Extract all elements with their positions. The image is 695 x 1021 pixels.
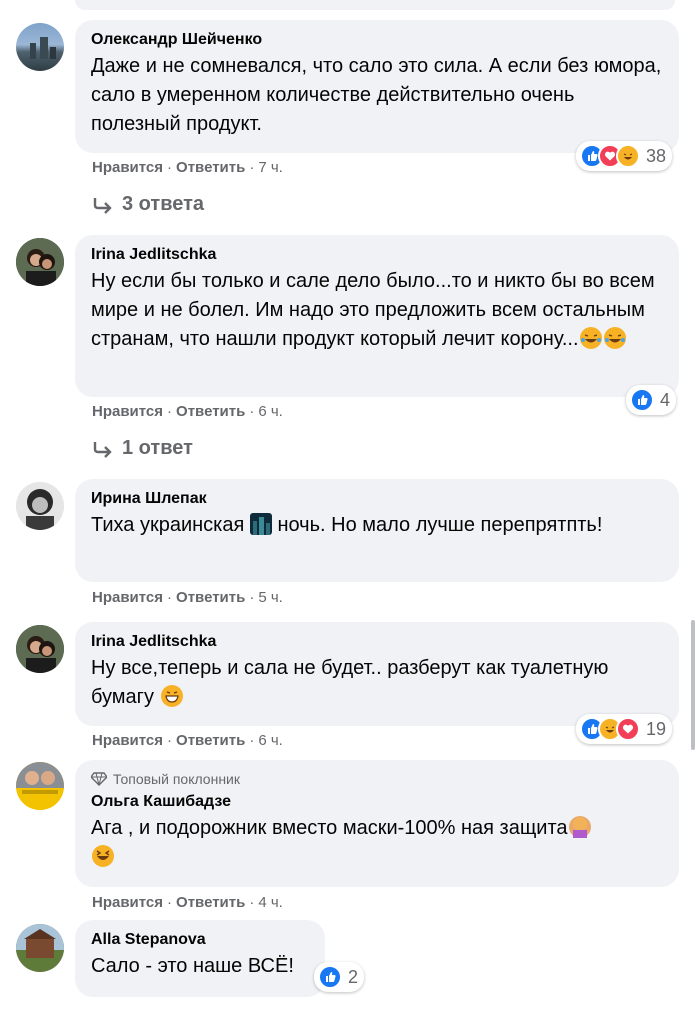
comment-author[interactable]: Ольга Кашибадзе bbox=[91, 792, 663, 812]
like-icon bbox=[630, 388, 654, 412]
separator: · bbox=[167, 894, 173, 911]
comment-text-content: Ну если бы только и сале дело было...то … bbox=[91, 270, 655, 350]
comment-author[interactable]: Ирина Шлепак bbox=[91, 489, 663, 509]
replies-label: 1 ответ bbox=[122, 437, 193, 459]
haha-icon bbox=[616, 144, 640, 168]
avatar[interactable] bbox=[16, 482, 64, 530]
reactions-summary[interactable]: 19 bbox=[576, 714, 673, 744]
like-action[interactable]: Нравится bbox=[92, 159, 163, 176]
comment-text-content: Тиха украинская bbox=[91, 514, 245, 536]
comment-actions: Нравится · Ответить · 4 ч. bbox=[92, 894, 283, 911]
separator: · bbox=[167, 732, 173, 749]
comment-text: Даже и не сомневался, что сало это сила.… bbox=[91, 55, 662, 135]
comment-actions: Нравится · Ответить · 7 ч. bbox=[92, 159, 283, 176]
like-action[interactable]: Нравится bbox=[92, 732, 163, 749]
badge-label: Топовый поклонник bbox=[113, 771, 240, 787]
comment-bubble: Irina Jedlitschka Ну если бы только и са… bbox=[75, 235, 679, 397]
reply-action[interactable]: Ответить bbox=[176, 403, 245, 420]
reaction-count: 19 bbox=[646, 718, 667, 739]
avatar-image bbox=[16, 924, 64, 972]
comment-author[interactable]: Irina Jedlitschka bbox=[91, 632, 663, 652]
comment-author[interactable]: Irina Jedlitschka bbox=[91, 245, 663, 265]
like-action[interactable]: Нравится bbox=[92, 589, 163, 606]
reply-action[interactable]: Ответить bbox=[176, 589, 245, 606]
reply-arrow-icon bbox=[93, 441, 112, 458]
crying-laughing-emoji bbox=[579, 327, 602, 349]
comment-bubble: Ирина Шлепак Тиха украинская ночь. Но ма… bbox=[75, 479, 679, 582]
separator: · bbox=[167, 159, 173, 176]
comment-text: Ну все,теперь и сала не будет.. разберут… bbox=[91, 654, 663, 712]
reply-action[interactable]: Ответить bbox=[176, 732, 245, 749]
reply-action[interactable]: Ответить bbox=[176, 894, 245, 911]
separator: · bbox=[167, 589, 173, 606]
top-fan-badge[interactable]: Топовый поклонник bbox=[91, 770, 663, 788]
comment-text-content: ночь. Но мало лучше перепрятпть! bbox=[277, 514, 603, 536]
comment-time[interactable]: 7 ч. bbox=[258, 159, 283, 176]
avatar-image bbox=[30, 37, 56, 59]
comment-bubble: Олександр Шейченко Даже и не сомневался,… bbox=[75, 20, 679, 153]
crying-laughing-emoji bbox=[603, 327, 626, 349]
view-replies-link[interactable]: 1 ответ bbox=[92, 437, 193, 460]
reaction-count: 38 bbox=[646, 145, 667, 166]
comment-time[interactable]: 4 ч. bbox=[258, 894, 283, 911]
comment-author[interactable]: Alla Stepanova bbox=[91, 930, 309, 950]
previous-comment-bubble-edge bbox=[75, 0, 675, 10]
love-icon bbox=[616, 717, 640, 741]
comment-actions: Нравится · Ответить · 5 ч. bbox=[92, 589, 283, 606]
laughing-emoji bbox=[92, 845, 114, 867]
comment-text-content: Ага , и подорожник вместо маски-100% ная… bbox=[91, 817, 568, 839]
separator: · bbox=[249, 732, 255, 749]
like-action[interactable]: Нравится bbox=[92, 403, 163, 420]
comment-bubble: Irina Jedlitschka Ну все,теперь и сала н… bbox=[75, 622, 679, 726]
avatar-image bbox=[16, 762, 64, 810]
comment-author[interactable]: Олександр Шейченко bbox=[91, 30, 663, 50]
avatar[interactable] bbox=[16, 23, 64, 71]
comment-actions: Нравится · Ответить · 6 ч. bbox=[92, 732, 283, 749]
avatar[interactable] bbox=[16, 762, 64, 810]
woman-facepalming-emoji bbox=[568, 816, 591, 838]
separator: · bbox=[249, 894, 255, 911]
comment-bubble: Alla Stepanova Сало - это наше ВСЁ! bbox=[75, 920, 325, 997]
comment-actions: Нравится · Ответить · 6 ч. bbox=[92, 403, 283, 420]
like-icon bbox=[318, 965, 342, 989]
separator: · bbox=[249, 589, 255, 606]
view-replies-link[interactable]: 3 ответа bbox=[92, 193, 204, 216]
comment-time[interactable]: 6 ч. bbox=[258, 403, 283, 420]
comment-text: Сало - это наше ВСЁ! bbox=[91, 955, 294, 977]
reactions-summary[interactable]: 38 bbox=[576, 141, 673, 171]
avatar-image bbox=[16, 625, 64, 673]
separator: · bbox=[167, 403, 173, 420]
replies-label: 3 ответа bbox=[122, 193, 205, 215]
avatar-image bbox=[16, 238, 64, 286]
diamond-icon bbox=[91, 772, 107, 786]
like-action[interactable]: Нравится bbox=[92, 894, 163, 911]
night-city-emoji bbox=[249, 513, 272, 535]
reaction-count: 2 bbox=[348, 966, 359, 987]
reply-action[interactable]: Ответить bbox=[176, 159, 245, 176]
comment-text: Тиха украинская ночь. Но мало лучше пере… bbox=[91, 511, 663, 540]
reactions-summary[interactable]: 2 bbox=[314, 962, 365, 992]
comment-bubble: Топовый поклонник Ольга Кашибадзе Ага , … bbox=[75, 760, 679, 887]
comment-text: Ну если бы только и сале дело было...то … bbox=[91, 267, 663, 354]
avatar[interactable] bbox=[16, 625, 64, 673]
scrollbar[interactable] bbox=[691, 620, 695, 750]
reply-arrow-icon bbox=[93, 197, 112, 214]
reaction-count: 4 bbox=[660, 389, 671, 410]
avatar-image bbox=[16, 482, 64, 530]
comment-time[interactable]: 6 ч. bbox=[258, 732, 283, 749]
comment-time[interactable]: 5 ч. bbox=[258, 589, 283, 606]
grinning-emoji bbox=[160, 685, 183, 707]
separator: · bbox=[249, 403, 255, 420]
avatar[interactable] bbox=[16, 924, 64, 972]
reactions-summary[interactable]: 4 bbox=[626, 385, 677, 415]
comment-text: Ага , и подорожник вместо маски-100% ная… bbox=[91, 814, 663, 872]
avatar[interactable] bbox=[16, 238, 64, 286]
separator: · bbox=[249, 159, 255, 176]
